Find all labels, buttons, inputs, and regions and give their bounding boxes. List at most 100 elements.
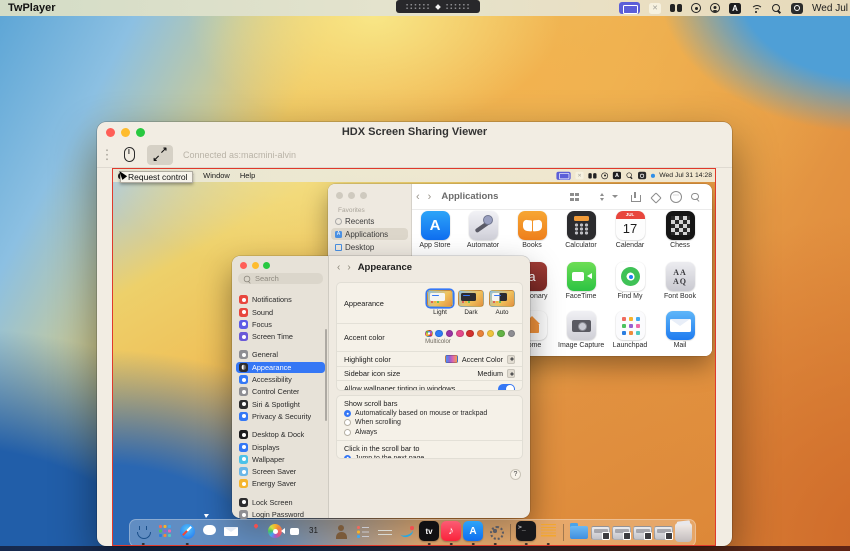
dock-item-freeform[interactable] <box>397 521 417 543</box>
app-launchpad[interactable]: Launchpad <box>607 311 653 350</box>
app-calendar[interactable]: JUL17Calendar <box>607 211 653 250</box>
highlight-color-popup[interactable]: Accent Color <box>445 355 515 364</box>
show-scroll-bars-option-when-scrolling[interactable]: When scrolling <box>344 419 515 426</box>
accent-swatch-6[interactable] <box>487 330 495 338</box>
close-box-icon[interactable]: ✕ <box>649 3 661 14</box>
group-caret-icon[interactable] <box>610 192 620 202</box>
radio-icon[interactable] <box>344 455 351 459</box>
dock-item-safari[interactable] <box>177 521 197 543</box>
app-mail[interactable]: Mail <box>657 311 703 350</box>
app-books[interactable]: Books <box>509 211 555 250</box>
screen-sharing-icon[interactable] <box>619 2 640 14</box>
zoom-button[interactable] <box>136 128 145 137</box>
tag-icon[interactable] <box>650 192 660 202</box>
dock-item-reminders[interactable] <box>353 521 373 543</box>
zoom-button[interactable] <box>263 262 270 269</box>
dock-item-tv[interactable]: tv <box>419 521 439 543</box>
settings-sidebar-item-accessibility[interactable]: Accessibility <box>236 374 325 386</box>
switch-control-icon[interactable] <box>638 172 646 179</box>
dock-item-notes[interactable] <box>375 521 395 543</box>
accent-swatch-3[interactable] <box>456 330 464 338</box>
show-scroll-bars-option-always[interactable]: Always <box>344 429 515 436</box>
dock-item-maps[interactable] <box>243 521 263 543</box>
dock-item-trash[interactable] <box>675 523 692 542</box>
hdx-titlebar[interactable]: HDX Screen Sharing Viewer <box>97 122 732 142</box>
toolbar-grip-icon[interactable] <box>105 148 109 162</box>
close-button[interactable] <box>336 192 343 199</box>
view-grid-icon[interactable] <box>570 192 580 202</box>
sidebar-scrollbar[interactable] <box>325 329 327 421</box>
help-button[interactable]: ? <box>510 469 521 480</box>
app-facetime[interactable]: FaceTime <box>558 262 604 301</box>
minimize-button[interactable] <box>348 192 355 199</box>
accent-swatch-7[interactable] <box>497 330 505 338</box>
settings-sidebar-item-lock-screen[interactable]: Lock Screen <box>236 497 325 509</box>
radio-icon[interactable] <box>344 429 351 436</box>
dock-item-facetime[interactable] <box>287 521 307 543</box>
sidebar-item-recents[interactable]: Recents <box>331 215 408 227</box>
more-icon[interactable] <box>670 192 680 202</box>
switch-control-icon[interactable] <box>791 3 803 14</box>
menu-window[interactable]: Window <box>198 171 235 180</box>
radio-icon[interactable] <box>344 410 351 417</box>
dock-item-launchpad[interactable] <box>155 521 175 543</box>
accent-swatch-4[interactable] <box>466 330 474 338</box>
dock-item-terminal[interactable]: >_ <box>516 521 536 543</box>
settings-sidebar-item-wallpaper[interactable]: Wallpaper <box>236 454 325 466</box>
accent-swatch-8[interactable] <box>508 330 516 338</box>
settings-sidebar-item-energy-saver[interactable]: Energy Saver <box>236 478 325 490</box>
settings-sidebar-item-general[interactable]: General <box>236 349 325 361</box>
remote-menubar-clock[interactable]: Wed Jul 31 14:28 <box>659 169 712 182</box>
sidebar-item-applications[interactable]: Applications <box>331 228 408 240</box>
wifi-icon[interactable] <box>750 3 762 13</box>
mouse-mode-button[interactable] <box>116 145 142 165</box>
forward-chevron-icon[interactable]: › <box>424 191 436 203</box>
appearance-option-light[interactable]: Light <box>427 290 453 316</box>
settings-sidebar-item-notifications[interactable]: Notifications <box>236 294 325 306</box>
minimized-window-thumbnail[interactable] <box>633 526 652 540</box>
settings-sidebar-item-siri-spotlight[interactable]: Siri & Spotlight <box>236 398 325 410</box>
fullscreen-button[interactable]: ↗↙ <box>147 145 173 165</box>
sidebar-size-popup[interactable]: Medium <box>477 369 515 378</box>
app-chess[interactable]: Chess <box>657 211 703 250</box>
app-app-store[interactable]: AApp Store <box>412 211 458 250</box>
settings-search-field[interactable]: Search <box>238 273 323 284</box>
share-icon[interactable] <box>630 192 640 202</box>
dock-item-downloads[interactable] <box>569 521 589 543</box>
dock-item-mail[interactable] <box>221 521 241 543</box>
accent-swatch-2[interactable] <box>446 330 454 338</box>
search-icon[interactable] <box>771 3 782 14</box>
keyboard-a-icon[interactable]: A <box>613 172 621 179</box>
app-image-capture[interactable]: Image Capture <box>558 311 604 350</box>
binoculars-icon[interactable] <box>588 173 596 178</box>
click-scroll-bar-option-jump-to-the-next-page[interactable]: Jump to the next page <box>344 455 515 459</box>
minimize-button[interactable] <box>121 128 130 137</box>
accent-swatch-1[interactable] <box>435 330 443 338</box>
sort-icon[interactable] <box>590 192 600 202</box>
accent-multicolor-swatch[interactable] <box>425 330 433 338</box>
app-calculator[interactable]: Calculator <box>558 211 604 250</box>
settings-sidebar-item-screen-time[interactable]: Screen Time <box>236 331 325 343</box>
search-icon[interactable] <box>690 192 700 202</box>
minimized-window-thumbnail[interactable] <box>612 526 631 540</box>
search-icon[interactable] <box>626 172 633 179</box>
minimized-window-thumbnail[interactable] <box>654 526 673 540</box>
close-button[interactable] <box>106 128 115 137</box>
dock-item-terminal-session[interactable] <box>538 521 558 543</box>
sidebar-item-desktop[interactable]: Desktop <box>331 241 408 253</box>
host-menubar-clock[interactable]: Wed Jul <box>812 3 848 14</box>
status-dot-icon[interactable] <box>651 173 655 177</box>
settings-sidebar-item-appearance[interactable]: Appearance <box>236 362 325 374</box>
virtual-keyboard-pill[interactable] <box>396 0 480 13</box>
dock-item-messages[interactable] <box>199 521 219 543</box>
keyboard-a-icon[interactable]: A <box>729 3 741 14</box>
dock-item-contacts[interactable] <box>331 521 351 543</box>
host-app-name[interactable]: TwPlayer <box>8 2 56 14</box>
zoom-button[interactable] <box>360 192 367 199</box>
settings-sidebar-item-control-center[interactable]: Control Center <box>236 386 325 398</box>
binoculars-icon[interactable] <box>670 4 682 12</box>
app-font-book[interactable]: AA AQFont Book <box>657 262 703 301</box>
radio-icon[interactable] <box>344 419 351 426</box>
app-automator[interactable]: Automator <box>460 211 506 250</box>
system-settings-window[interactable]: Search NotificationsSoundFocusScreen Tim… <box>232 256 530 518</box>
